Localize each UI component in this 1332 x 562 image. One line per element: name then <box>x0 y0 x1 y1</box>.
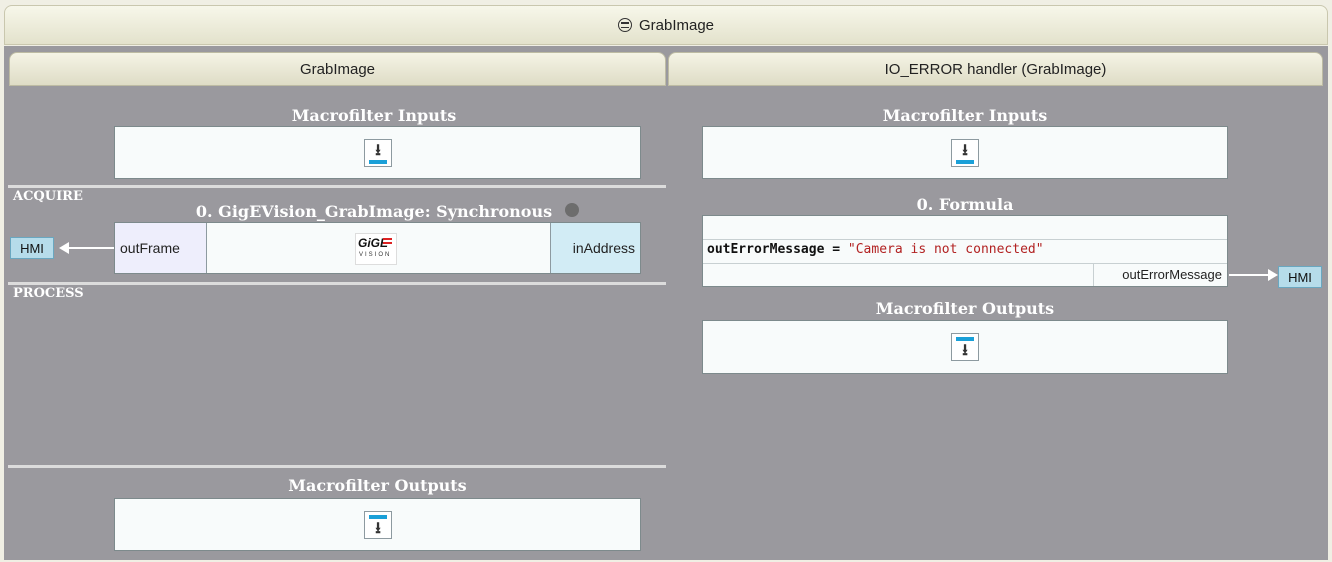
input-arrow-button[interactable]: ⭳ <box>364 139 392 167</box>
window-title: GrabImage <box>638 16 715 34</box>
tab-grabimage[interactable]: GrabImage <box>9 52 666 86</box>
input-bar <box>956 160 974 164</box>
macrofilter-inputs-box[interactable]: ⭳ <box>114 126 641 179</box>
input-arrow-button[interactable]: ⭳ <box>951 139 979 167</box>
section-label-acquire: ACQUIRE <box>13 189 83 204</box>
row-divider <box>703 239 1227 240</box>
arrow-down-icon: ⭳ <box>375 142 381 159</box>
code-operator: = <box>824 242 848 257</box>
logo-stripe <box>383 238 392 240</box>
hmi-connector-left[interactable]: HMI <box>10 237 54 259</box>
formula-title: 0. Formula <box>916 195 1014 214</box>
input-port-inaddress[interactable]: inAddress <box>550 223 640 273</box>
macrofilter-outputs-label: Macrofilter Outputs <box>875 299 1055 318</box>
section-divider <box>8 185 666 188</box>
port-label: inAddress <box>572 240 635 256</box>
code-variable: outErrorMessage <box>707 242 825 257</box>
arrow-down-icon: ⭳ <box>962 142 968 159</box>
port-label: outErrorMessage <box>1122 267 1222 282</box>
macrofilter-outputs-label: Macrofilter Outputs <box>288 476 467 495</box>
macrofilter-inputs-box[interactable]: ⭳ <box>702 126 1228 179</box>
formula-code-line[interactable]: outErrorMessage = "Camera is not connect… <box>707 242 1044 257</box>
arrow-down-icon: ⭳ <box>375 520 381 537</box>
connection-wire <box>68 247 114 249</box>
macrofilter-inputs-label: Macrofilter Inputs <box>291 106 457 125</box>
output-bar <box>956 337 974 341</box>
gige-vision-logo: GiGE VISION <box>355 233 397 265</box>
section-divider <box>8 465 666 468</box>
refresh-cycle-icon <box>617 18 632 32</box>
formula-block[interactable]: outErrorMessage = "Camera is not connect… <box>702 215 1228 287</box>
filter-title: 0. GigEVision_GrabImage: Synchronous <box>195 202 553 221</box>
window-title-bar: GrabImage <box>4 5 1328 45</box>
macrofilter-outputs-box[interactable]: ⭳ <box>702 320 1228 374</box>
filter-block-gigevision[interactable]: outFrame GiGE VISION inAddress <box>114 222 641 274</box>
connection-wire <box>1229 274 1270 276</box>
port-label: outFrame <box>120 240 180 256</box>
code-string: "Camera is not connected" <box>847 242 1044 257</box>
logo-subtext: VISION <box>359 252 392 258</box>
hmi-label: HMI <box>1288 269 1312 285</box>
section-divider <box>8 282 666 285</box>
arrow-right-icon <box>1268 269 1278 281</box>
output-arrow-button[interactable]: ⭳ <box>951 333 979 361</box>
program-canvas: GrabImage Macrofilter Inputs ⭳ ACQUIRE 0… <box>4 46 1328 560</box>
arrow-down-icon: ⭳ <box>962 342 968 359</box>
tab-label: IO_ERROR handler (GrabImage) <box>884 60 1107 78</box>
tab-label: GrabImage <box>299 60 376 78</box>
input-bar <box>369 160 387 164</box>
macrofilter-outputs-box[interactable]: ⭳ <box>114 498 641 551</box>
section-label-process: PROCESS <box>13 286 84 301</box>
output-bar <box>369 515 387 519</box>
hmi-label: HMI <box>20 240 44 256</box>
output-port-outerrormessage[interactable]: outErrorMessage <box>1093 263 1227 286</box>
gear-icon[interactable] <box>565 203 579 217</box>
macrofilter-inputs-label: Macrofilter Inputs <box>882 106 1048 125</box>
output-arrow-button[interactable]: ⭳ <box>364 511 392 539</box>
output-port-outframe[interactable]: outFrame <box>115 223 207 273</box>
tab-io-error-handler[interactable]: IO_ERROR handler (GrabImage) <box>668 52 1323 86</box>
logo-stripe <box>383 242 392 244</box>
hmi-connector-right[interactable]: HMI <box>1278 266 1322 288</box>
